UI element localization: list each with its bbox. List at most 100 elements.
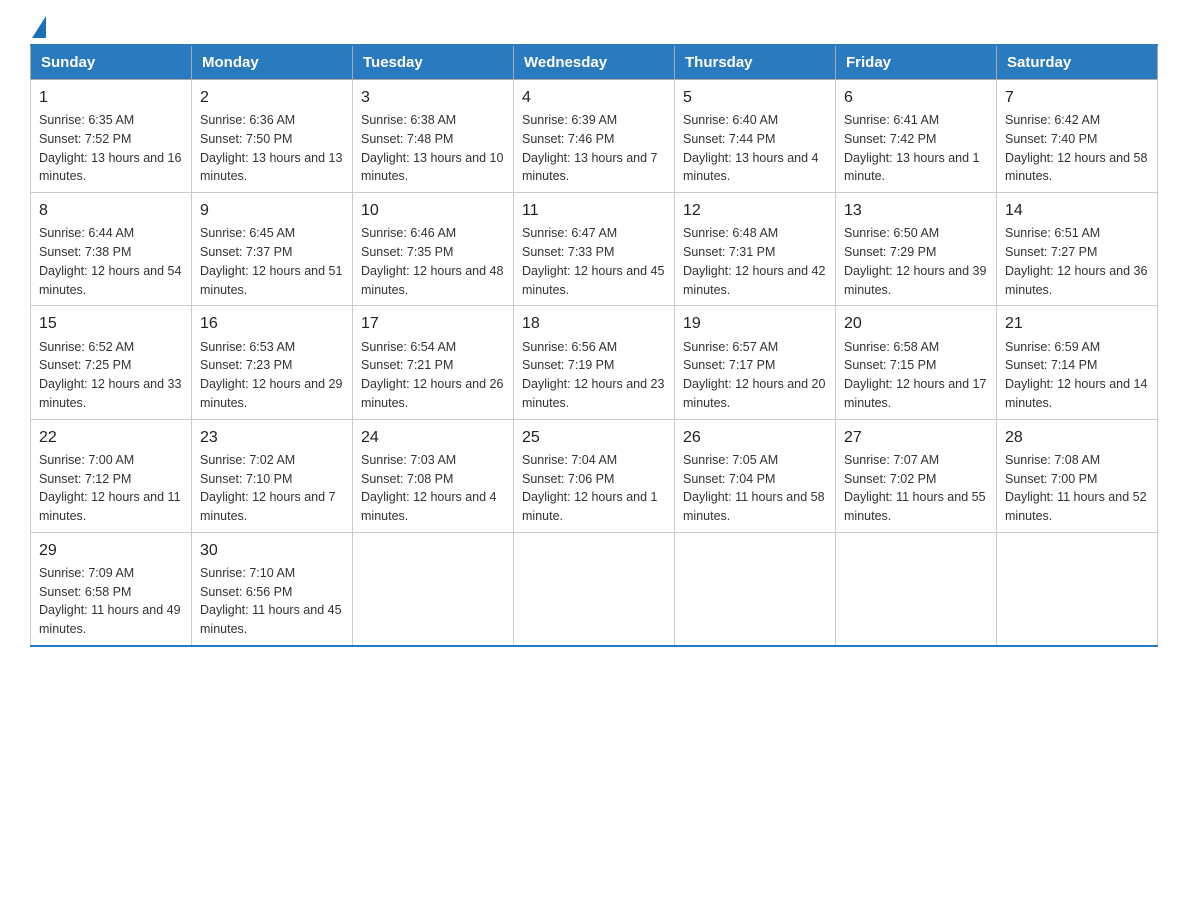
calendar-day-20: 20 Sunrise: 6:58 AMSunset: 7:15 PMDayligh… <box>836 306 997 419</box>
calendar-week-3: 15 Sunrise: 6:52 AMSunset: 7:25 PMDayligh… <box>31 306 1158 419</box>
day-number: 23 <box>200 426 344 449</box>
calendar-day-16: 16Sunrise: 6:53 AMSunset: 7:23 PMDayligh… <box>192 306 353 419</box>
day-number: 15 <box>39 312 183 335</box>
empty-cell <box>675 532 836 646</box>
day-number: 7 <box>1005 86 1149 109</box>
day-info: Sunrise: 6:41 AMSunset: 7:42 PMDaylight:… <box>844 111 988 186</box>
day-info: Sunrise: 6:35 AMSunset: 7:52 PMDaylight:… <box>39 111 183 186</box>
day-info: Sunrise: 6:40 AMSunset: 7:44 PMDaylight:… <box>683 111 827 186</box>
day-number: 16 <box>200 312 344 335</box>
logo-triangle-icon <box>32 16 46 38</box>
day-number: 20 <box>844 312 988 335</box>
day-number: 17 <box>361 312 505 335</box>
calendar-day-8: 8Sunrise: 6:44 AMSunset: 7:38 PMDaylight… <box>31 193 192 306</box>
calendar-day-19: 19 Sunrise: 6:57 AMSunset: 7:17 PMDayligh… <box>675 306 836 419</box>
day-number: 25 <box>522 426 666 449</box>
day-info: Sunrise: 7:08 AMSunset: 7:00 PMDaylight:… <box>1005 451 1149 526</box>
calendar-day-28: 28Sunrise: 7:08 AMSunset: 7:00 PMDayligh… <box>997 419 1158 532</box>
empty-cell <box>514 532 675 646</box>
calendar-day-30: 30Sunrise: 7:10 AMSunset: 6:56 PMDayligh… <box>192 532 353 646</box>
day-number: 24 <box>361 426 505 449</box>
day-info: Sunrise: 6:52 AMSunset: 7:25 PMDaylight:… <box>39 338 183 413</box>
calendar-day-18: 18Sunrise: 6:56 AMSunset: 7:19 PMDayligh… <box>514 306 675 419</box>
day-number: 4 <box>522 86 666 109</box>
column-header-friday: Friday <box>836 45 997 80</box>
calendar-day-23: 23Sunrise: 7:02 AMSunset: 7:10 PMDayligh… <box>192 419 353 532</box>
calendar-day-5: 5Sunrise: 6:40 AMSunset: 7:44 PMDaylight… <box>675 80 836 193</box>
column-header-sunday: Sunday <box>31 45 192 80</box>
calendar-day-11: 11Sunrise: 6:47 AMSunset: 7:33 PMDayligh… <box>514 193 675 306</box>
day-number: 5 <box>683 86 827 109</box>
day-number: 27 <box>844 426 988 449</box>
day-info: Sunrise: 6:50 AMSunset: 7:29 PMDaylight:… <box>844 224 988 299</box>
calendar-day-14: 14Sunrise: 6:51 AMSunset: 7:27 PMDayligh… <box>997 193 1158 306</box>
empty-cell <box>353 532 514 646</box>
day-info: Sunrise: 7:02 AMSunset: 7:10 PMDaylight:… <box>200 451 344 526</box>
day-number: 3 <box>361 86 505 109</box>
day-number: 12 <box>683 199 827 222</box>
day-info: Sunrise: 7:09 AMSunset: 6:58 PMDaylight:… <box>39 564 183 639</box>
calendar-day-17: 17 Sunrise: 6:54 AMSunset: 7:21 PMDayligh… <box>353 306 514 419</box>
calendar-day-10: 10Sunrise: 6:46 AMSunset: 7:35 PMDayligh… <box>353 193 514 306</box>
empty-cell <box>836 532 997 646</box>
day-info: Sunrise: 6:57 AMSunset: 7:17 PMDaylight:… <box>683 338 827 413</box>
day-number: 2 <box>200 86 344 109</box>
day-number: 30 <box>200 539 344 562</box>
column-header-tuesday: Tuesday <box>353 45 514 80</box>
day-info: Sunrise: 6:46 AMSunset: 7:35 PMDaylight:… <box>361 224 505 299</box>
calendar-week-4: 22Sunrise: 7:00 AMSunset: 7:12 PMDayligh… <box>31 419 1158 532</box>
calendar-day-1: 1Sunrise: 6:35 AMSunset: 7:52 PMDaylight… <box>31 80 192 193</box>
day-number: 14 <box>1005 199 1149 222</box>
calendar-day-26: 26Sunrise: 7:05 AMSunset: 7:04 PMDayligh… <box>675 419 836 532</box>
calendar-day-21: 21Sunrise: 6:59 AMSunset: 7:14 PMDayligh… <box>997 306 1158 419</box>
day-info: Sunrise: 6:36 AMSunset: 7:50 PMDaylight:… <box>200 111 344 186</box>
day-number: 6 <box>844 86 988 109</box>
day-number: 18 <box>522 312 666 335</box>
day-number: 19 <box>683 312 827 335</box>
day-number: 22 <box>39 426 183 449</box>
day-info: Sunrise: 6:54 AMSunset: 7:21 PMDaylight:… <box>361 338 505 413</box>
day-info: Sunrise: 7:10 AMSunset: 6:56 PMDaylight:… <box>200 564 344 639</box>
calendar-day-27: 27Sunrise: 7:07 AMSunset: 7:02 PMDayligh… <box>836 419 997 532</box>
column-header-monday: Monday <box>192 45 353 80</box>
day-info: Sunrise: 7:05 AMSunset: 7:04 PMDaylight:… <box>683 451 827 526</box>
empty-cell <box>997 532 1158 646</box>
day-info: Sunrise: 7:04 AMSunset: 7:06 PMDaylight:… <box>522 451 666 526</box>
calendar-day-4: 4Sunrise: 6:39 AMSunset: 7:46 PMDaylight… <box>514 80 675 193</box>
day-info: Sunrise: 6:39 AMSunset: 7:46 PMDaylight:… <box>522 111 666 186</box>
calendar-day-2: 2Sunrise: 6:36 AMSunset: 7:50 PMDaylight… <box>192 80 353 193</box>
day-info: Sunrise: 6:44 AMSunset: 7:38 PMDaylight:… <box>39 224 183 299</box>
column-header-saturday: Saturday <box>997 45 1158 80</box>
calendar-week-1: 1Sunrise: 6:35 AMSunset: 7:52 PMDaylight… <box>31 80 1158 193</box>
day-info: Sunrise: 7:07 AMSunset: 7:02 PMDaylight:… <box>844 451 988 526</box>
day-number: 21 <box>1005 312 1149 335</box>
day-info: Sunrise: 6:51 AMSunset: 7:27 PMDaylight:… <box>1005 224 1149 299</box>
day-info: Sunrise: 6:58 AMSunset: 7:15 PMDaylight:… <box>844 338 988 413</box>
column-header-thursday: Thursday <box>675 45 836 80</box>
day-number: 28 <box>1005 426 1149 449</box>
calendar-day-25: 25Sunrise: 7:04 AMSunset: 7:06 PMDayligh… <box>514 419 675 532</box>
calendar-header-row: SundayMondayTuesdayWednesdayThursdayFrid… <box>31 45 1158 80</box>
day-number: 8 <box>39 199 183 222</box>
calendar-day-7: 7Sunrise: 6:42 AMSunset: 7:40 PMDaylight… <box>997 80 1158 193</box>
column-header-wednesday: Wednesday <box>514 45 675 80</box>
calendar-day-13: 13Sunrise: 6:50 AMSunset: 7:29 PMDayligh… <box>836 193 997 306</box>
calendar-week-2: 8Sunrise: 6:44 AMSunset: 7:38 PMDaylight… <box>31 193 1158 306</box>
day-info: Sunrise: 6:38 AMSunset: 7:48 PMDaylight:… <box>361 111 505 186</box>
day-number: 9 <box>200 199 344 222</box>
day-number: 26 <box>683 426 827 449</box>
day-info: Sunrise: 6:45 AMSunset: 7:37 PMDaylight:… <box>200 224 344 299</box>
day-number: 10 <box>361 199 505 222</box>
calendar-week-5: 29Sunrise: 7:09 AMSunset: 6:58 PMDayligh… <box>31 532 1158 646</box>
day-info: Sunrise: 6:47 AMSunset: 7:33 PMDaylight:… <box>522 224 666 299</box>
day-number: 29 <box>39 539 183 562</box>
day-number: 11 <box>522 199 666 222</box>
logo <box>30 20 46 34</box>
day-info: Sunrise: 7:03 AMSunset: 7:08 PMDaylight:… <box>361 451 505 526</box>
day-number: 1 <box>39 86 183 109</box>
page-header <box>30 20 1158 34</box>
day-info: Sunrise: 6:48 AMSunset: 7:31 PMDaylight:… <box>683 224 827 299</box>
calendar-day-12: 12Sunrise: 6:48 AMSunset: 7:31 PMDayligh… <box>675 193 836 306</box>
calendar-table: SundayMondayTuesdayWednesdayThursdayFrid… <box>30 44 1158 647</box>
day-info: Sunrise: 7:00 AMSunset: 7:12 PMDaylight:… <box>39 451 183 526</box>
